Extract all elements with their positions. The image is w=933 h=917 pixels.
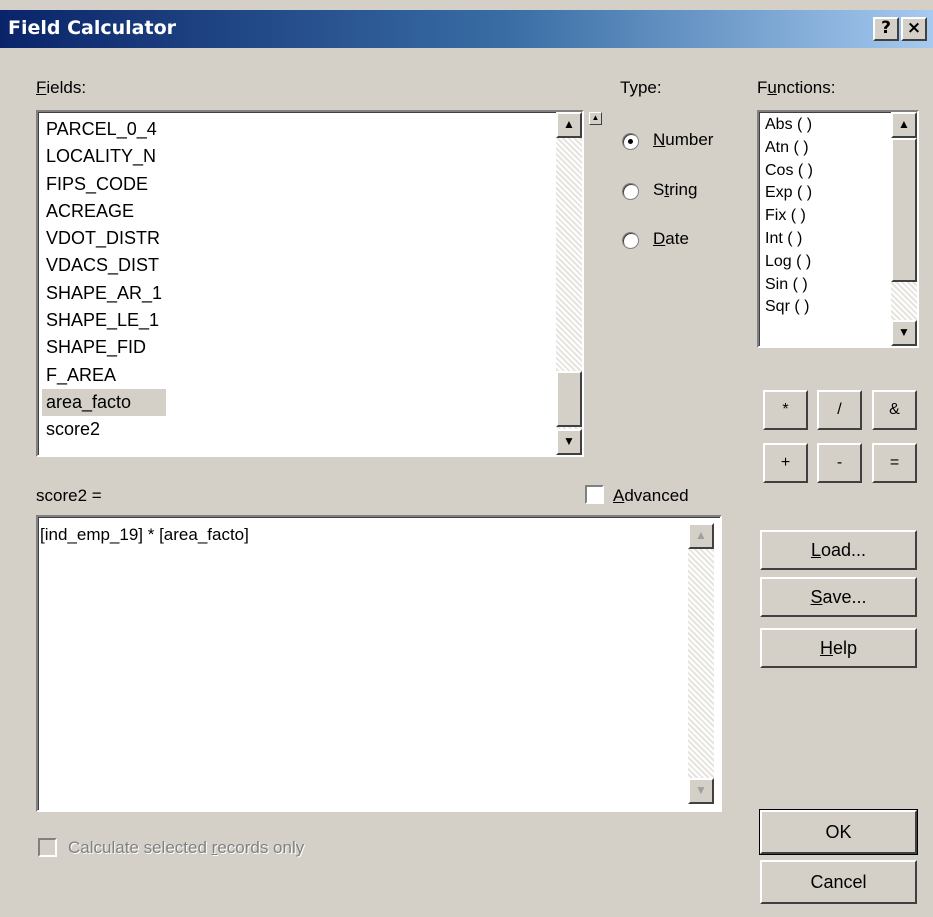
function-item[interactable]: Int ( )	[765, 228, 813, 251]
field-item[interactable]: SHAPE_LE_1	[42, 307, 166, 334]
field-item[interactable]: SHAPE_FID	[42, 334, 166, 361]
radio-dot-icon	[628, 139, 633, 144]
type-radio-string[interactable]	[622, 183, 639, 200]
help-title-button[interactable]: ?	[873, 17, 899, 41]
functions-listbox[interactable]: Abs ( ) Atn ( ) Cos ( ) Exp ( ) Fix ( ) Int (…	[757, 110, 919, 348]
scroll-thumb[interactable]	[891, 138, 917, 282]
function-item[interactable]: Sqr ( )	[765, 296, 813, 319]
equals-button[interactable]: =	[872, 443, 917, 483]
title-bar[interactable]: Field Calculator ? ×	[0, 10, 933, 48]
scroll-down-icon[interactable]: ▼	[891, 320, 917, 346]
calculate-selected-label: Calculate selected records only	[68, 838, 305, 857]
functions-scrollbar[interactable]: ▲ ▼	[891, 112, 917, 346]
field-item[interactable]: F_AREA	[42, 362, 166, 389]
help-button[interactable]: Help	[760, 628, 917, 668]
field-item[interactable]: FIPS_CODE	[42, 171, 166, 198]
scroll-up-icon[interactable]: ▲	[891, 112, 917, 138]
expression-scrollbar[interactable]: ▲ ▼	[688, 523, 714, 804]
function-item[interactable]: Fix ( )	[765, 205, 813, 228]
type-label-string[interactable]: String	[653, 180, 697, 200]
field-calculator-dialog: Field Calculator ? × Fields: PARCEL_0_4 L…	[0, 0, 933, 917]
field-item[interactable]: score2	[42, 416, 166, 443]
subtract-button[interactable]: -	[817, 443, 862, 483]
field-item[interactable]: ACREAGE	[42, 198, 166, 225]
type-radio-date[interactable]	[622, 232, 639, 249]
field-item[interactable]: VDACS_DIST	[42, 252, 166, 279]
load-button[interactable]: Load...	[760, 530, 917, 570]
save-button[interactable]: Save...	[760, 577, 917, 617]
type-label-number[interactable]: Number	[653, 130, 713, 150]
type-label-date[interactable]: Date	[653, 229, 689, 249]
advanced-label: Advanced	[613, 486, 689, 505]
fields-label: Fields:	[36, 78, 87, 97]
add-button[interactable]: +	[763, 443, 808, 483]
field-item[interactable]: LOCALITY_N	[42, 143, 166, 170]
field-sort-icon[interactable]: ▲	[589, 112, 602, 125]
type-radio-number[interactable]	[622, 133, 639, 150]
functions-list-items: Abs ( ) Atn ( ) Cos ( ) Exp ( ) Fix ( ) Int (…	[765, 114, 813, 319]
fields-listbox[interactable]: PARCEL_0_4 LOCALITY_N FIPS_CODE ACREAGE VDOT…	[36, 110, 584, 457]
function-item[interactable]: Abs ( )	[765, 114, 813, 137]
close-title-button[interactable]: ×	[901, 17, 927, 41]
function-item[interactable]: Exp ( )	[765, 182, 813, 205]
fields-scrollbar[interactable]: ▲ ▼	[556, 112, 582, 455]
function-item[interactable]: Sin ( )	[765, 274, 813, 297]
type-label: Type:	[620, 78, 662, 97]
window-title: Field Calculator	[8, 17, 177, 39]
function-item[interactable]: Cos ( )	[765, 160, 813, 183]
cancel-button[interactable]: Cancel	[760, 860, 917, 904]
scroll-down-icon[interactable]: ▼	[556, 429, 582, 455]
advanced-checkbox[interactable]	[585, 485, 604, 504]
multiply-button[interactable]: *	[763, 390, 808, 430]
fields-list-items: PARCEL_0_4 LOCALITY_N FIPS_CODE ACREAGE VDOT…	[42, 116, 167, 444]
scroll-up-icon[interactable]: ▲	[556, 112, 582, 138]
functions-label: Functions:	[757, 78, 836, 97]
divide-button[interactable]: /	[817, 390, 862, 430]
ok-button[interactable]: OK	[759, 809, 918, 855]
scroll-thumb[interactable]	[556, 371, 582, 427]
scroll-down-icon[interactable]: ▼	[688, 778, 714, 804]
calculate-selected-checkbox[interactable]	[38, 838, 57, 857]
field-item[interactable]: SHAPE_AR_1	[42, 280, 166, 307]
scroll-up-icon[interactable]: ▲	[688, 523, 714, 549]
concatenate-button[interactable]: &	[872, 390, 917, 430]
expression-text: [ind_emp_19] * [area_facto]	[40, 525, 249, 544]
field-item[interactable]: area_facto	[42, 388, 167, 417]
field-item[interactable]: PARCEL_0_4	[42, 116, 166, 143]
expression-textarea[interactable]: [ind_emp_19] * [area_facto] ▲ ▼	[36, 515, 722, 812]
expression-label: score2 =	[36, 486, 102, 505]
function-item[interactable]: Atn ( )	[765, 137, 813, 160]
field-item[interactable]: VDOT_DISTR	[42, 225, 166, 252]
function-item[interactable]: Log ( )	[765, 251, 813, 274]
